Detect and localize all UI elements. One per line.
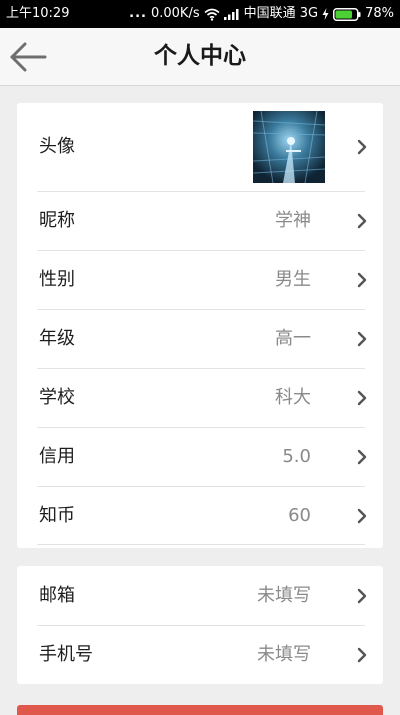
row-label: 手机号 bbox=[39, 644, 93, 665]
signal-icon bbox=[223, 8, 240, 20]
chevron-right-icon bbox=[357, 139, 367, 155]
row-gender[interactable]: 性别 男生 bbox=[17, 250, 383, 309]
notification-dots: ... bbox=[129, 6, 147, 21]
chevron-right-icon bbox=[357, 508, 367, 524]
contact-card: 邮箱 未填写 手机号 未填写 bbox=[17, 566, 383, 684]
row-value: 5.0 bbox=[282, 446, 311, 467]
status-time: 上午10:29 bbox=[6, 6, 70, 21]
charge-icon bbox=[322, 8, 329, 20]
avatar bbox=[253, 111, 325, 183]
row-label: 学校 bbox=[39, 387, 75, 408]
row-school[interactable]: 学校 科大 bbox=[17, 368, 383, 427]
status-bar: 上午10:29 ... 0.00K/s 中国联通 3G 78% bbox=[0, 0, 400, 28]
chevron-right-icon bbox=[357, 213, 367, 229]
row-value: 高一 bbox=[275, 328, 311, 349]
row-value: 学神 bbox=[275, 210, 311, 231]
row-nickname[interactable]: 昵称 学神 bbox=[17, 191, 383, 250]
chevron-right-icon bbox=[357, 647, 367, 663]
carrier-label: 中国联通 3G bbox=[243, 6, 319, 21]
network-speed: 0.00K/s bbox=[150, 6, 200, 21]
chevron-right-icon bbox=[357, 331, 367, 347]
chevron-right-icon bbox=[357, 272, 367, 288]
chevron-right-icon bbox=[357, 588, 367, 604]
row-value: 未填写 bbox=[257, 585, 311, 606]
row-label: 信用 bbox=[39, 446, 75, 467]
row-value: 未填写 bbox=[257, 644, 311, 665]
row-value: 60 bbox=[288, 505, 311, 526]
status-right-group: ... 0.00K/s 中国联通 3G 78% bbox=[129, 0, 394, 28]
wifi-icon bbox=[204, 8, 220, 21]
row-credit[interactable]: 信用 5.0 bbox=[17, 427, 383, 486]
page-title: 个人中心 bbox=[154, 43, 246, 69]
chevron-right-icon bbox=[357, 390, 367, 406]
row-label: 头像 bbox=[39, 136, 75, 157]
header-bar: 个人中心 bbox=[0, 28, 400, 86]
row-label: 年级 bbox=[39, 328, 75, 349]
row-label: 邮箱 bbox=[39, 585, 75, 606]
profile-card: 头像 昵称 学神 性别 男生 年级 高一 学校 科大 信用 5.0 知币 60 bbox=[17, 103, 383, 548]
row-grade[interactable]: 年级 高一 bbox=[17, 309, 383, 368]
row-coins[interactable]: 知币 60 bbox=[17, 486, 383, 545]
row-email[interactable]: 邮箱 未填写 bbox=[17, 566, 383, 625]
battery-icon bbox=[333, 7, 361, 21]
row-label: 性别 bbox=[39, 269, 75, 290]
row-label: 昵称 bbox=[39, 210, 75, 231]
chevron-right-icon bbox=[357, 449, 367, 465]
row-phone[interactable]: 手机号 未填写 bbox=[17, 625, 383, 684]
bottom-action-button[interactable] bbox=[17, 705, 383, 715]
row-avatar[interactable]: 头像 bbox=[17, 103, 383, 191]
row-value: 科大 bbox=[275, 387, 311, 408]
battery-percent: 78% bbox=[365, 6, 394, 21]
row-label: 知币 bbox=[39, 505, 75, 526]
row-value: 男生 bbox=[275, 269, 311, 290]
